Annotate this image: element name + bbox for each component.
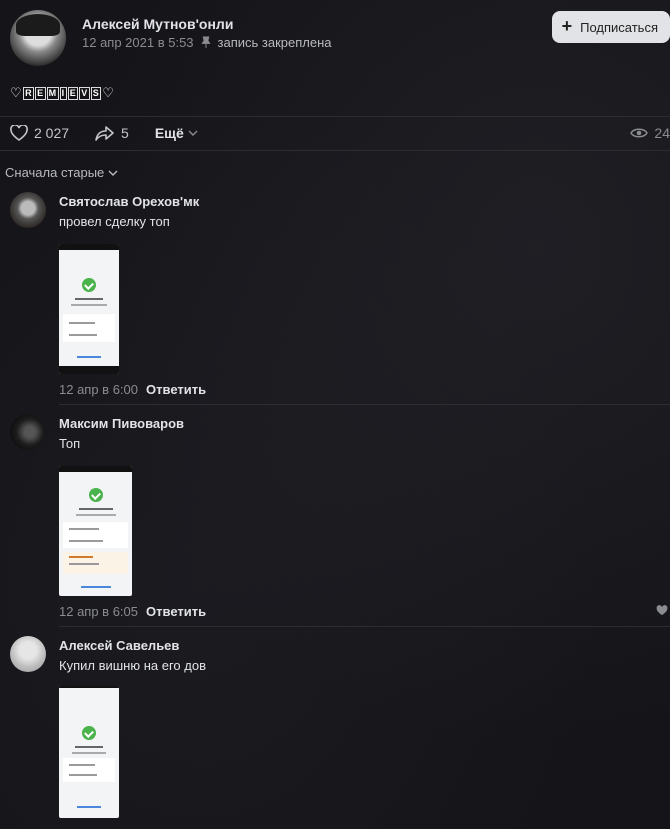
- share-icon: [95, 126, 114, 141]
- comment-text: провел сделку топ: [59, 214, 170, 229]
- subscribe-button[interactable]: + Подписаться: [551, 11, 670, 43]
- post-actions: 2 027 5 Ещё 24: [10, 118, 670, 148]
- comment-image[interactable]: [59, 686, 119, 818]
- post-text: ♡ R E M I E V S ♡: [10, 85, 114, 101]
- subscribe-label: Подписаться: [580, 19, 658, 35]
- post-meta: 12 апр 2021 в 5:53 запись закреплена: [82, 35, 332, 50]
- sort-label: Сначала старые: [5, 165, 105, 180]
- divider: [59, 404, 670, 405]
- reply-button[interactable]: Ответить: [146, 382, 206, 397]
- post-header: Алексей Мутнов'онли 12 апр 2021 в 5:53 з…: [10, 10, 670, 70]
- boxed-letter: S: [90, 86, 102, 100]
- author-name[interactable]: Алексей Мутнов'онли: [82, 16, 233, 32]
- boxed-letter: I: [59, 86, 67, 100]
- heart-icon: [10, 125, 28, 141]
- comment-item: Алексей Савельев Купил вишню на его дов: [10, 636, 670, 829]
- reply-button[interactable]: Ответить: [146, 604, 206, 619]
- comment-item: Святослав Орехов'мк провел сделку топ 12…: [10, 192, 670, 402]
- commenter-name[interactable]: Максим Пивоваров: [59, 416, 184, 431]
- boxed-letter: R: [23, 86, 35, 100]
- views-counter: 24: [630, 125, 670, 141]
- chevron-down-icon: [188, 130, 198, 136]
- post-text-boxed: R E M I E V S: [23, 86, 102, 100]
- divider: [59, 626, 670, 627]
- pin-icon: [200, 36, 211, 49]
- comment-text: Топ: [59, 436, 81, 451]
- pinned-label: запись закреплена: [217, 35, 332, 50]
- comment-time[interactable]: 12 апр в 6:00: [59, 382, 138, 397]
- like-button[interactable]: 2 027: [10, 125, 69, 141]
- boxed-letter: E: [35, 86, 46, 100]
- comment-image[interactable]: [59, 244, 119, 374]
- comment-time[interactable]: 12 апр в 6:05: [59, 604, 138, 619]
- divider: [0, 150, 670, 151]
- boxed-letter: M: [46, 86, 59, 100]
- boxed-letter: E: [67, 86, 79, 100]
- commenter-avatar[interactable]: [10, 414, 46, 450]
- like-count: 2 027: [34, 125, 70, 141]
- comment-text: Купил вишню на его дов: [59, 658, 206, 673]
- comment-like-icon[interactable]: [656, 605, 668, 616]
- comment-footer: 12 апр в 6:05 Ответить: [59, 604, 206, 619]
- comment-item: Максим Пивоваров Топ 12 апр в 6:05 Ответ…: [10, 414, 670, 624]
- more-label: Ещё: [154, 125, 184, 141]
- chevron-down-icon: [108, 170, 118, 176]
- post-text-prefix: ♡: [10, 85, 23, 100]
- share-count: 5: [121, 125, 129, 141]
- commenter-name[interactable]: Алексей Савельев: [59, 638, 179, 653]
- comment-image[interactable]: [59, 466, 132, 596]
- share-button[interactable]: 5: [95, 125, 129, 141]
- views-count: 24: [654, 125, 670, 141]
- more-button[interactable]: Ещё: [155, 125, 198, 141]
- author-avatar[interactable]: [10, 10, 66, 66]
- divider: [0, 116, 670, 117]
- post-text-suffix: ♡: [102, 85, 115, 100]
- plus-icon: +: [561, 16, 573, 36]
- commenter-name[interactable]: Святослав Орехов'мк: [59, 194, 199, 209]
- commenter-avatar[interactable]: [10, 636, 46, 672]
- sort-dropdown[interactable]: Сначала старые: [5, 165, 118, 180]
- comment-footer: 12 апр в 6:00 Ответить: [59, 382, 206, 397]
- commenter-avatar[interactable]: [10, 192, 46, 228]
- boxed-letter: V: [79, 86, 90, 100]
- post-date[interactable]: 12 апр 2021 в 5:53: [82, 35, 194, 50]
- eye-icon: [630, 128, 649, 138]
